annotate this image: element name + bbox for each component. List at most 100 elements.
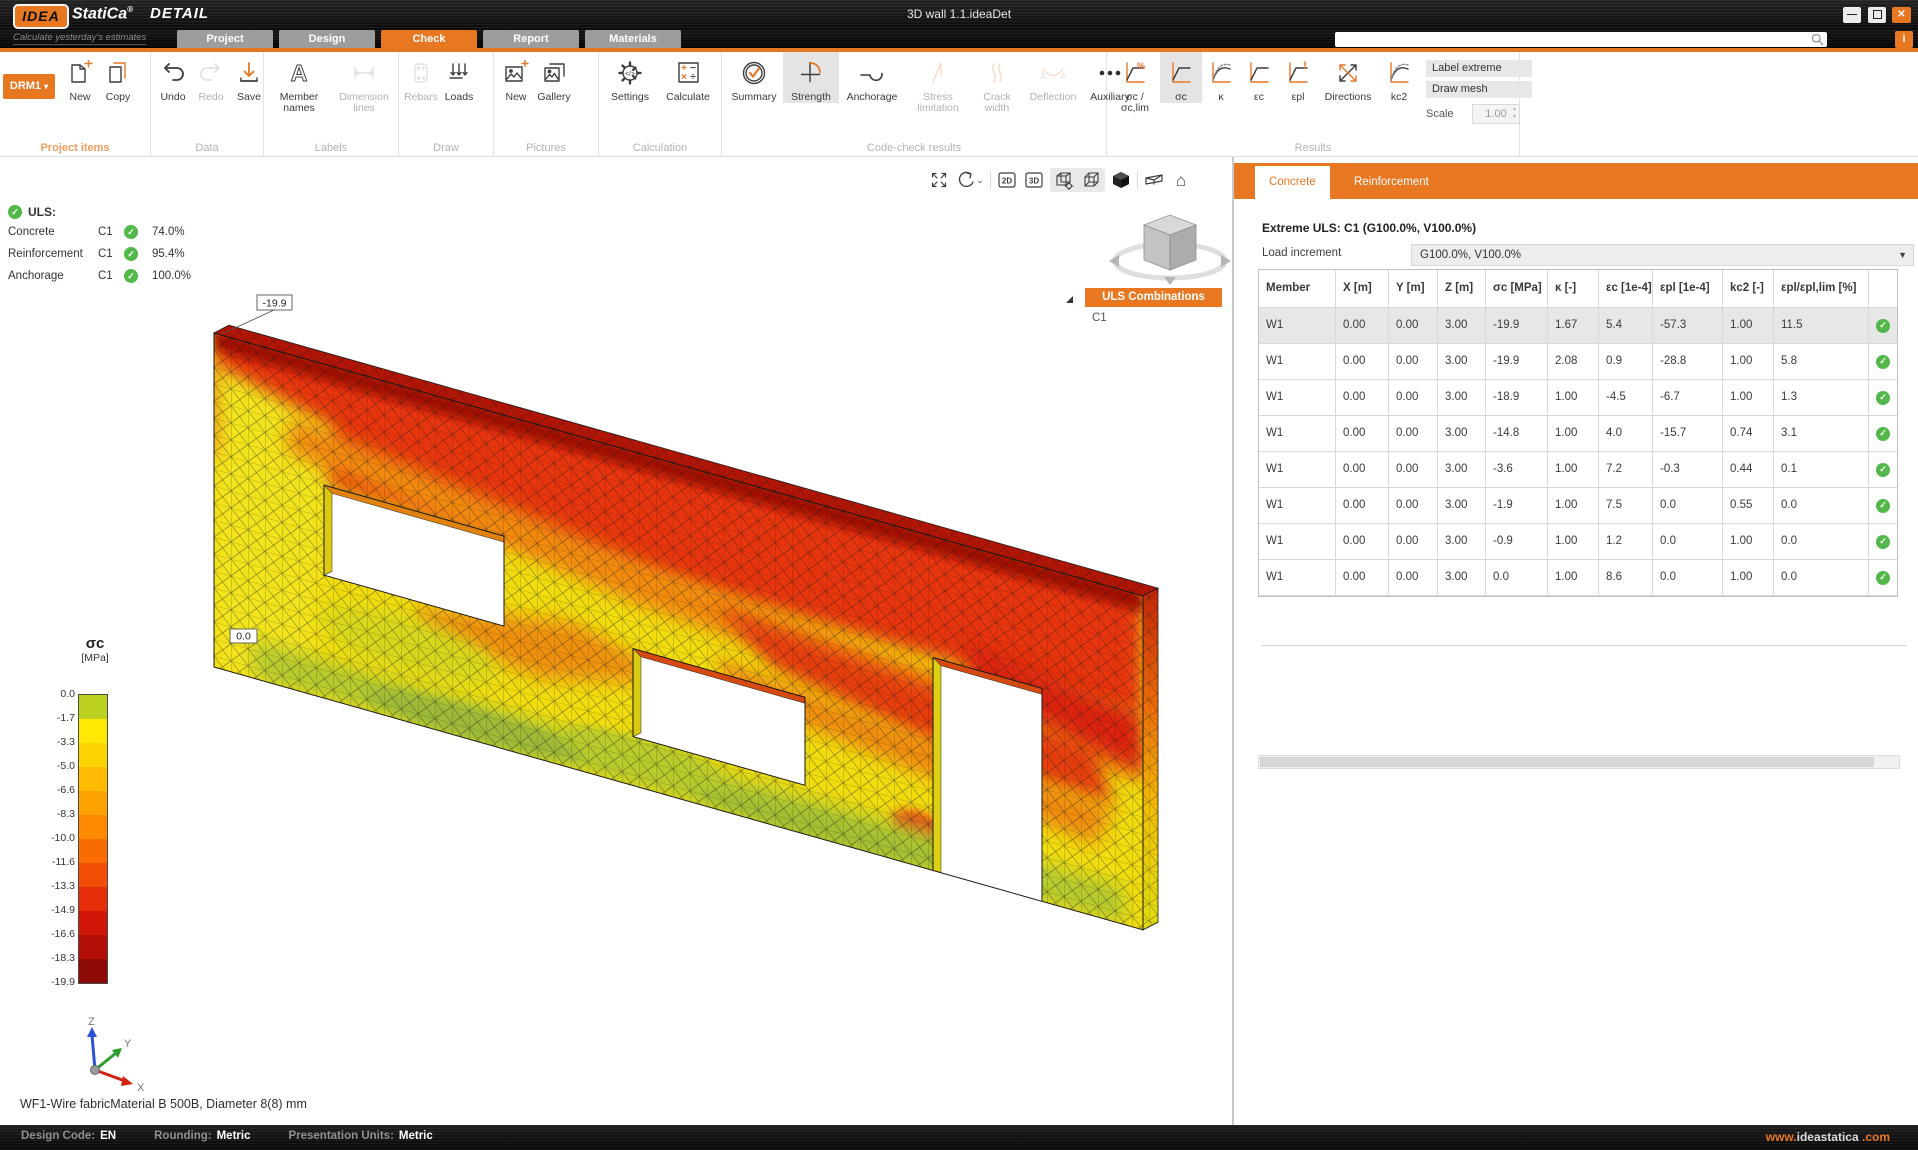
uls-row-concrete[interactable]: Concrete C1 ✓ 74.0% <box>8 225 191 239</box>
column-header[interactable]: εpl [1e-4] <box>1653 270 1723 308</box>
close-button[interactable]: ✕ <box>1892 7 1911 23</box>
legend-tick: -19.9 <box>35 976 75 988</box>
draw-mesh-toggle[interactable]: Draw mesh <box>1426 81 1532 98</box>
summary-button[interactable]: Summary <box>725 52 783 103</box>
tree-node-c1[interactable]: C1 <box>1092 312 1107 324</box>
column-header[interactable]: Z [m] <box>1438 270 1486 308</box>
column-header[interactable]: Y [m] <box>1389 270 1438 308</box>
axonometry-button[interactable] <box>1053 169 1075 191</box>
column-header[interactable]: Member <box>1259 270 1336 308</box>
anchorage-button[interactable]: Anchorage <box>839 52 905 103</box>
info-button[interactable]: i <box>1895 31 1913 48</box>
search-input[interactable] <box>1335 32 1827 47</box>
copy-button[interactable]: Copy <box>99 52 137 103</box>
website-link[interactable]: www.ideastatica .com <box>1766 1130 1890 1144</box>
settings-button[interactable]: </> Settings <box>602 52 658 103</box>
perspective-button[interactable] <box>1080 169 1102 191</box>
table-horizontal-scrollbar[interactable] <box>1258 755 1900 769</box>
model-viewport[interactable]: -19.9 0.0 Z Y X ⌄ <box>0 157 1232 1125</box>
wall-3d-render[interactable]: -19.9 0.0 Z Y X <box>0 157 1232 1125</box>
loads-button[interactable]: Loads <box>440 52 478 103</box>
sc-button[interactable]: σc <box>1160 52 1202 103</box>
table-row[interactable]: W10.000.003.00-19.92.080.9-28.81.005.8✓ <box>1259 344 1897 380</box>
check-icon: ✓ <box>124 269 138 283</box>
spinner-arrows[interactable]: ▲▼ <box>1512 105 1517 121</box>
column-header[interactable]: X [m] <box>1336 270 1389 308</box>
drm-selector[interactable]: DRM1 ▾ <box>3 74 55 99</box>
view-2d-button[interactable]: 2D <box>996 169 1018 191</box>
table-row[interactable]: W10.000.003.00-1.91.007.50.00.550.0✓ <box>1259 488 1897 524</box>
table-row[interactable]: W10.000.003.00-14.81.004.0-15.70.743.1✓ <box>1259 416 1897 452</box>
cell: 1.00 <box>1723 380 1774 416</box>
epl-button[interactable]: ! εpl <box>1278 52 1318 103</box>
table-row[interactable]: W10.000.003.00-0.91.001.20.01.000.0✓ <box>1259 524 1897 560</box>
minimize-button[interactable]: — <box>1843 7 1861 23</box>
save-button[interactable]: Save <box>230 52 268 103</box>
scrollbar-thumb[interactable] <box>1260 757 1874 767</box>
calculate-button[interactable]: +−×÷ Calculate <box>658 52 718 103</box>
member-names-button[interactable]: A Member names <box>267 52 331 114</box>
ec-button[interactable]: εc <box>1240 52 1278 103</box>
tab-project[interactable]: Project <box>177 30 273 48</box>
tab-concrete[interactable]: Concrete <box>1255 166 1330 199</box>
check-icon: ✓ <box>1876 535 1890 549</box>
table-row[interactable]: W10.000.003.000.01.008.60.01.000.0✓ <box>1259 560 1897 596</box>
kc2-button[interactable]: kc2 <box>1378 52 1420 103</box>
directions-button[interactable]: Directions <box>1318 52 1378 103</box>
maximize-button[interactable] <box>1868 7 1886 23</box>
rounding-item[interactable]: Rounding:Metric <box>154 1130 250 1142</box>
chart-epl-icon: ! <box>1285 56 1311 90</box>
load-increment-select[interactable]: G100.0%, V100.0% ▼ <box>1411 244 1914 266</box>
column-header[interactable]: εpl/εpl,lim [%] <box>1774 270 1869 308</box>
undo-button[interactable]: Undo <box>154 52 192 103</box>
navigation-cube[interactable] <box>1085 203 1232 299</box>
ribbon-spacer <box>1520 52 1918 156</box>
table-row[interactable]: W10.000.003.00-3.61.007.2-0.30.440.1✓ <box>1259 452 1897 488</box>
table-row[interactable]: W10.000.003.00-19.91.675.4-57.31.0011.5✓ <box>1259 308 1897 344</box>
column-header[interactable]: σc [MPa] <box>1486 270 1548 308</box>
fit-view-icon[interactable] <box>928 169 950 191</box>
new-project-item-button[interactable]: New <box>61 52 99 103</box>
main-area: -19.9 0.0 Z Y X ⌄ <box>0 157 1918 1125</box>
column-header[interactable]: kc2 [-] <box>1723 270 1774 308</box>
tab-design[interactable]: Design <box>279 30 375 48</box>
tab-check[interactable]: Check <box>381 30 477 48</box>
column-header[interactable]: εc [1e-4] <box>1599 270 1653 308</box>
tab-report[interactable]: Report <box>483 30 579 48</box>
cell: -0.3 <box>1653 452 1723 488</box>
load-increment-label: Load increment <box>1262 247 1341 259</box>
cell: 0.1 <box>1774 452 1869 488</box>
scale-spinner[interactable]: 1.00▲▼ <box>1472 104 1520 124</box>
uls-row-reinforcement[interactable]: Reinforcement C1 ✓ 95.4% <box>8 247 191 261</box>
sc-sclim-button[interactable]: % σc / σc,lim <box>1110 52 1160 114</box>
results-panel: Concrete Reinforcement Extreme ULS: C1 (… <box>1234 157 1918 1125</box>
cell: 1.00 <box>1548 524 1599 560</box>
uls-combo: C1 <box>98 226 124 238</box>
check-icon: ✓ <box>1876 391 1890 405</box>
view-3d-button[interactable]: 3D <box>1023 169 1045 191</box>
solid-view-button[interactable] <box>1110 169 1132 191</box>
label-extreme-toggle[interactable]: Label extreme <box>1426 60 1532 77</box>
tab-reinforcement[interactable]: Reinforcement <box>1340 166 1443 199</box>
chevron-down-icon[interactable]: ⌄ <box>976 175 984 186</box>
home-view-button[interactable]: ⌂ <box>1170 169 1192 191</box>
clip-view-button[interactable] <box>1143 169 1165 191</box>
button-label: Save <box>237 92 261 103</box>
design-code-item[interactable]: Design Code:EN <box>21 1130 116 1142</box>
gallery-button[interactable]: Gallery <box>535 52 573 103</box>
strength-button[interactable]: Strength <box>783 52 839 103</box>
tab-materials[interactable]: Materials <box>585 30 681 48</box>
uls-row-anchorage[interactable]: Anchorage C1 ✓ 100.0% <box>8 269 191 283</box>
check-icon: ✓ <box>8 205 22 219</box>
new-picture-button[interactable]: New <box>497 52 535 103</box>
tree-node-uls-combinations[interactable]: ULS Combinations <box>1085 288 1222 307</box>
table-row[interactable]: W10.000.003.00-18.91.00-4.5-6.71.001.3✓ <box>1259 380 1897 416</box>
units-item[interactable]: Presentation Units:Metric <box>288 1130 432 1142</box>
window-title: 3D wall 1.1.ideaDet <box>0 7 1918 21</box>
ribbon-group-project-items: DRM1 ▾ New Copy Project items <box>0 52 151 156</box>
rotate-view-icon[interactable]: ⌄ <box>955 169 985 191</box>
tree-expander-icon[interactable] <box>1066 296 1073 303</box>
kappa-button[interactable]: κ <box>1202 52 1240 103</box>
main-nav-tabs: Project Design Check Report Materials <box>177 30 681 48</box>
column-header[interactable]: κ [-] <box>1548 270 1599 308</box>
